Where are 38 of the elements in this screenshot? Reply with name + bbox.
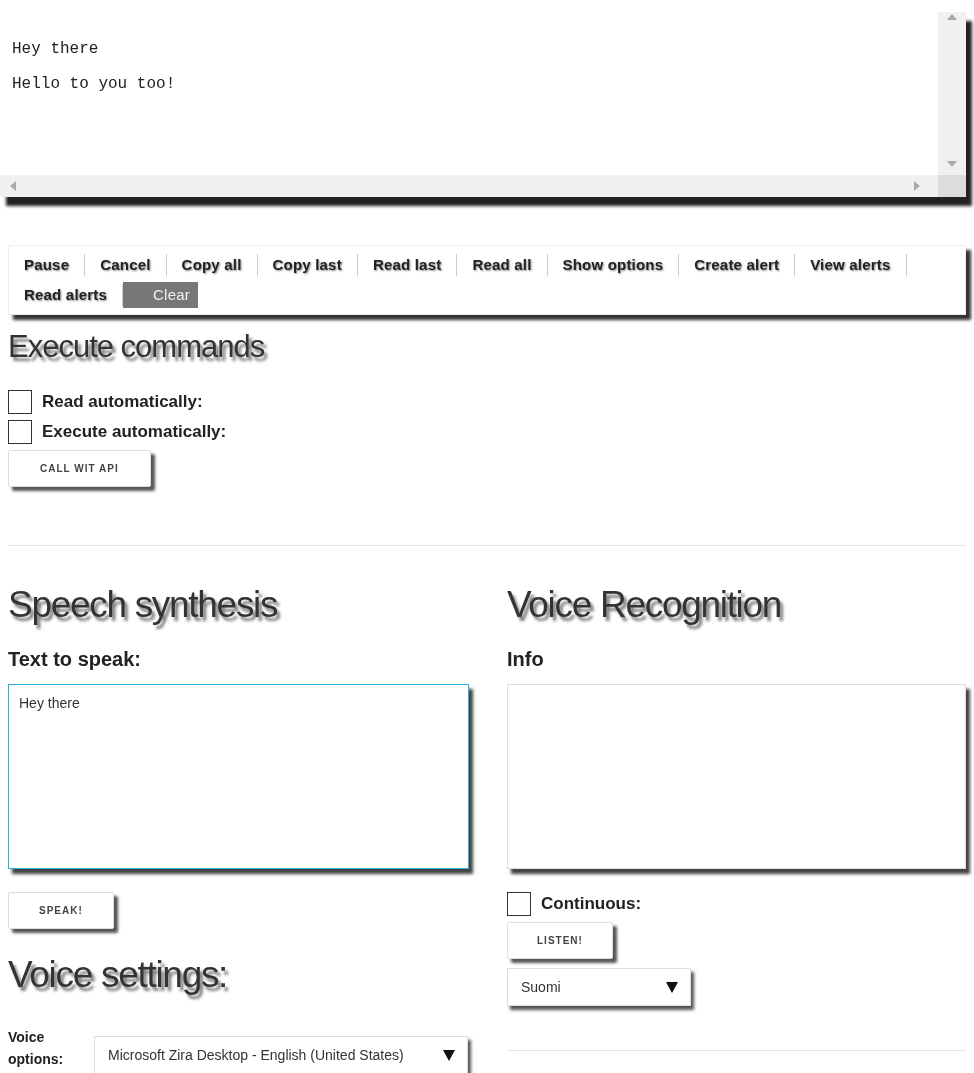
checkbox-label: Continuous:	[541, 894, 642, 914]
scroll-up-icon[interactable]	[947, 12, 957, 22]
output-line: Hey there	[12, 39, 100, 60]
dropdown-arrow-icon	[666, 981, 678, 993]
checkbox-label: Execute automatically:	[42, 422, 227, 442]
scrollbar-corner	[938, 175, 966, 197]
checkbox[interactable]	[507, 892, 531, 916]
clear-button[interactable]: Clear	[123, 282, 198, 308]
dropdown-arrow-icon	[443, 1049, 455, 1061]
field-label: Text to speak:	[8, 648, 142, 671]
field-label: Info	[507, 648, 545, 671]
section-heading: Speech synthesis	[8, 584, 279, 626]
checkbox[interactable]	[8, 420, 32, 444]
section-heading: Voice settings:	[8, 954, 229, 996]
section-heading: Execute commands	[8, 329, 266, 365]
toolbar-button[interactable]: Read last	[357, 254, 458, 276]
scroll-down-icon[interactable]	[947, 159, 957, 169]
checkbox-label: Read automatically:	[42, 392, 203, 412]
section-heading: Voice Recognition	[507, 584, 783, 626]
toolbar-button[interactable]: Cancel	[85, 254, 167, 276]
call-api-button[interactable]: CALL WIT API	[8, 450, 151, 487]
output-line: Hello to you too!	[12, 74, 177, 95]
toolbar-button[interactable]: Show options	[547, 254, 680, 276]
listen-button[interactable]: LISTEN!	[507, 922, 613, 959]
toolbar-button[interactable]: Pause	[9, 254, 86, 276]
toolbar-button[interactable]: Read all	[457, 254, 548, 276]
language-select[interactable]: Suomi	[507, 968, 691, 1006]
scroll-left-icon[interactable]	[8, 181, 18, 191]
text-to-speak-field[interactable]: Hey there	[8, 684, 469, 869]
scroll-right-icon[interactable]	[912, 181, 922, 191]
voice-select[interactable]: Microsoft Zira Desktop - English (United States)	[94, 1036, 468, 1073]
checkbox[interactable]	[8, 390, 32, 414]
speak-button[interactable]: SPEAK!	[8, 892, 114, 929]
toolbar-button[interactable]: Create alert	[679, 254, 796, 276]
voice-options-label: Voice options:	[8, 1028, 65, 1070]
toolbar-button[interactable]: Copy last	[257, 254, 358, 276]
toolbar-button[interactable]: Copy all	[166, 254, 258, 276]
toolbar-button[interactable]: View alerts	[795, 254, 907, 276]
